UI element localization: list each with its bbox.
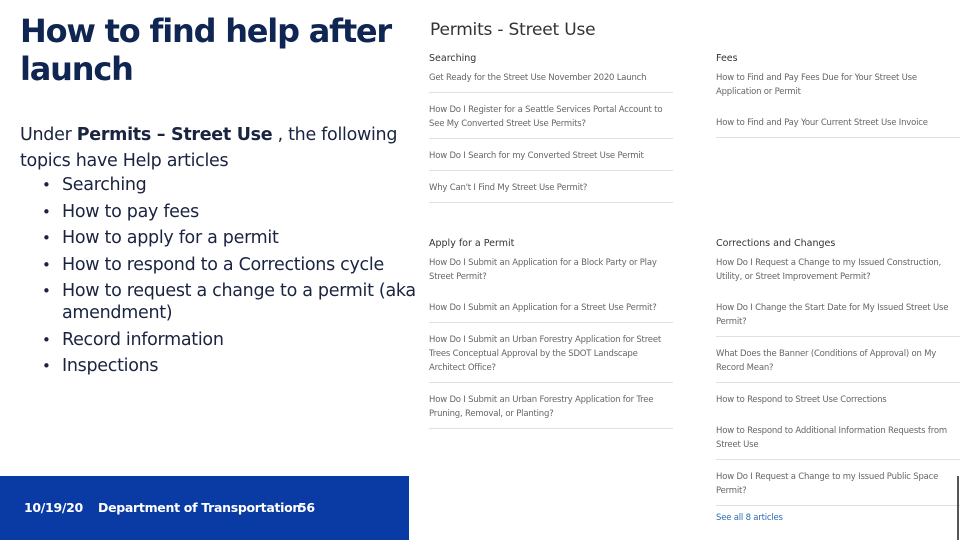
topic-item: How to pay fees [42, 201, 432, 223]
section-heading: Apply for a Permit [429, 238, 515, 249]
article-link[interactable]: How Do I Request a Change to my Issued P… [716, 467, 960, 506]
intro-bold-section: Permits – Street Use [76, 125, 273, 145]
section-heading: Searching [429, 53, 477, 64]
help-page-title: Permits - Street Use [430, 20, 596, 40]
footer-page-number: 56 [298, 500, 315, 515]
article-link[interactable]: How to Find and Pay Fees Due for Your St… [716, 68, 960, 106]
article-link[interactable]: How Do I Register for a Seattle Services… [429, 100, 673, 139]
footer-department: Department of Transportation [98, 500, 302, 515]
help-center-screenshot: Permits - Street Use Searching Get Ready… [418, 10, 960, 540]
article-link[interactable]: How to Find and Pay Your Current Street … [716, 113, 960, 138]
article-link[interactable]: How Do I Submit an Urban Forestry Applic… [429, 390, 673, 429]
topic-item: Record information [42, 329, 432, 351]
topic-item: How to request a change to a permit (aka… [42, 280, 432, 324]
article-link[interactable]: How Do I Submit an Application for a Blo… [429, 253, 673, 291]
article-link[interactable]: How Do I Submit an Application for a Str… [429, 298, 673, 323]
article-link[interactable]: How to Respond to Street Use Corrections [716, 390, 960, 414]
topic-list: Searching How to pay fees How to apply f… [42, 174, 432, 382]
section-searching: Searching Get Ready for the Street Use N… [429, 50, 673, 210]
intro-text: Under Permits – Street Use , the followi… [20, 122, 410, 174]
article-link[interactable]: How to Respond to Additional Information… [716, 421, 960, 460]
article-link[interactable]: How Do I Search for my Converted Street … [429, 146, 673, 171]
divider-line [957, 476, 959, 540]
section-apply: Apply for a Permit How Do I Submit an Ap… [429, 235, 673, 436]
topic-item: Searching [42, 174, 432, 196]
section-heading: Corrections and Changes [716, 238, 836, 249]
topic-item: How to apply for a permit [42, 227, 432, 249]
footer-date: 10/19/20 [24, 500, 83, 515]
slide-footer: 10/19/20 Department of Transportation 56 [0, 476, 409, 540]
intro-prefix: Under [20, 125, 77, 145]
section-corrections: Corrections and Changes How Do I Request… [716, 235, 960, 523]
section-heading: Fees [716, 53, 738, 64]
topic-item: How to respond to a Corrections cycle [42, 254, 432, 276]
article-link[interactable]: Get Ready for the Street Use November 20… [429, 68, 673, 93]
section-fees: Fees How to Find and Pay Fees Due for Yo… [716, 50, 960, 145]
article-link[interactable]: How Do I Submit an Urban Forestry Applic… [429, 330, 673, 383]
topic-item: Inspections [42, 355, 432, 377]
article-link[interactable]: How Do I Change the Start Date for My Is… [716, 298, 960, 337]
article-link[interactable]: How Do I Request a Change to my Issued C… [716, 253, 960, 291]
article-link[interactable]: Why Can't I Find My Street Use Permit? [429, 178, 673, 203]
article-link[interactable]: What Does the Banner (Conditions of Appr… [716, 344, 960, 383]
slide-title: How to find help after launch [20, 12, 392, 88]
see-all-articles-link[interactable]: See all 8 articles [716, 513, 960, 523]
